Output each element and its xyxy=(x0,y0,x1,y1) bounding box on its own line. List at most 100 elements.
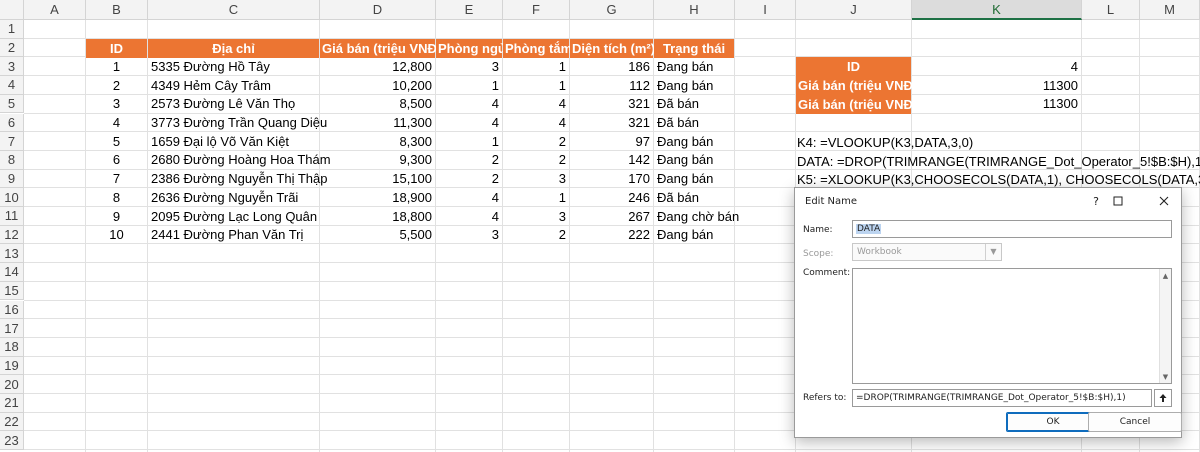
table-cell[interactable]: 9 xyxy=(86,208,147,226)
row-header-16[interactable]: 16 xyxy=(0,300,24,320)
table-cell[interactable]: 3773 Đường Trần Quang Diệu xyxy=(148,114,327,132)
row-header-20[interactable]: 20 xyxy=(0,375,24,394)
maximize-icon[interactable] xyxy=(1107,192,1129,210)
column-header-d[interactable]: D xyxy=(320,0,436,20)
lookup-label[interactable]: Giá bán (triệu VNĐ) xyxy=(796,94,917,114)
table-cell[interactable]: 4 xyxy=(436,189,502,207)
table-cell[interactable]: 8,300 xyxy=(320,133,435,151)
row-header-19[interactable]: 19 xyxy=(0,356,24,376)
header-address[interactable]: Địa chỉ xyxy=(148,38,319,58)
column-header-g[interactable]: G xyxy=(570,0,654,20)
table-cell[interactable]: 1 xyxy=(436,77,502,95)
table-cell[interactable]: 4 xyxy=(503,114,569,132)
table-cell[interactable]: 2 xyxy=(503,226,569,244)
table-cell[interactable]: Đã bán xyxy=(654,189,734,207)
row-header-5[interactable]: 5 xyxy=(0,94,24,114)
row-header-11[interactable]: 11 xyxy=(0,207,24,226)
row-header-3[interactable]: 3 xyxy=(0,57,24,77)
header-bedrooms[interactable]: Phòng ngủ xyxy=(436,38,506,58)
table-cell[interactable]: 4 xyxy=(503,95,569,113)
lookup-label[interactable]: Giá bán (triệu VNĐ) xyxy=(796,76,917,96)
table-cell[interactable]: 8,500 xyxy=(320,95,435,113)
comment-textarea[interactable]: ▲ ▼ xyxy=(852,268,1172,384)
table-cell[interactable]: Đang bán xyxy=(654,77,734,95)
table-cell[interactable]: 97 xyxy=(570,133,653,151)
row-header-4[interactable]: 4 xyxy=(0,76,24,95)
note-data[interactable]: DATA: =DROP(TRIMRANGE(TRIMRANGE_Dot_Oper… xyxy=(794,153,1200,171)
table-cell[interactable]: 1 xyxy=(436,133,502,151)
header-id[interactable]: ID xyxy=(86,38,147,58)
table-cell[interactable]: 2573 Đường Lê Văn Thọ xyxy=(148,95,319,113)
table-cell[interactable]: 2 xyxy=(86,77,147,95)
header-bathrooms[interactable]: Phòng tắm xyxy=(503,38,572,58)
table-cell[interactable]: 2095 Đường Lạc Long Quân xyxy=(148,208,319,226)
row-header-13[interactable]: 13 xyxy=(0,244,24,264)
table-cell[interactable]: 3 xyxy=(436,58,502,76)
table-cell[interactable]: 18,800 xyxy=(320,208,435,226)
row-header-1[interactable]: 1 xyxy=(0,20,24,39)
table-cell[interactable]: 2 xyxy=(436,151,502,169)
table-cell[interactable]: 2680 Đường Hoàng Hoa Thám xyxy=(148,151,331,169)
row-header-14[interactable]: 14 xyxy=(0,263,24,282)
row-header-6[interactable]: 6 xyxy=(0,113,24,133)
table-cell[interactable]: 142 xyxy=(570,151,653,169)
row-header-9[interactable]: 9 xyxy=(0,169,24,189)
row-header-21[interactable]: 21 xyxy=(0,394,24,413)
table-cell[interactable]: 1659 Đại lộ Võ Văn Kiệt xyxy=(148,133,319,151)
row-header-23[interactable]: 23 xyxy=(0,431,24,451)
close-icon[interactable] xyxy=(1153,192,1175,210)
ok-button[interactable]: OK xyxy=(1006,412,1100,432)
column-header-i[interactable]: I xyxy=(735,0,796,20)
table-cell[interactable]: 267 xyxy=(570,208,653,226)
row-header-17[interactable]: 17 xyxy=(0,319,24,338)
table-cell[interactable]: 4 xyxy=(436,95,502,113)
collapse-dialog-icon[interactable] xyxy=(1154,389,1172,407)
table-cell[interactable]: 246 xyxy=(570,189,653,207)
lookup-value[interactable]: 4 xyxy=(912,58,1081,76)
header-status[interactable]: Trạng thái xyxy=(654,38,734,58)
table-cell[interactable]: 15,100 xyxy=(320,170,435,188)
column-header-k[interactable]: K xyxy=(912,0,1082,20)
table-cell[interactable]: 1 xyxy=(503,189,569,207)
column-header-h[interactable]: H xyxy=(654,0,735,20)
row-header-8[interactable]: 8 xyxy=(0,150,24,170)
table-cell[interactable]: 3 xyxy=(503,208,569,226)
name-field[interactable]: DATA xyxy=(852,220,1172,238)
table-cell[interactable]: 6 xyxy=(86,151,147,169)
table-cell[interactable]: 4 xyxy=(436,208,502,226)
table-cell[interactable]: 2636 Đường Nguyễn Trãi xyxy=(148,189,319,207)
table-cell[interactable]: 10 xyxy=(86,226,147,244)
table-cell[interactable]: 3 xyxy=(436,226,502,244)
table-cell[interactable]: 4 xyxy=(436,114,502,132)
column-header-l[interactable]: L xyxy=(1082,0,1140,20)
row-header-22[interactable]: 22 xyxy=(0,412,24,432)
header-area[interactable]: Diện tích (m²) xyxy=(570,38,655,58)
table-cell[interactable]: 170 xyxy=(570,170,653,188)
table-cell[interactable]: 10,200 xyxy=(320,77,435,95)
table-cell[interactable]: 321 xyxy=(570,114,653,132)
table-cell[interactable]: 2 xyxy=(503,133,569,151)
table-cell[interactable]: Đang chờ bán xyxy=(654,208,739,226)
table-cell[interactable]: 8 xyxy=(86,189,147,207)
table-cell[interactable]: 5335 Đường Hồ Tây xyxy=(148,58,319,76)
column-header-f[interactable]: F xyxy=(503,0,570,20)
table-cell[interactable]: 5,500 xyxy=(320,226,435,244)
row-header-7[interactable]: 7 xyxy=(0,132,24,151)
table-cell[interactable]: Đang bán xyxy=(654,58,734,76)
table-cell[interactable]: Đang bán xyxy=(654,133,734,151)
table-cell[interactable]: 4349 Hẻm Cây Trâm xyxy=(148,77,319,95)
table-cell[interactable]: 112 xyxy=(570,77,653,95)
table-cell[interactable]: 11,300 xyxy=(320,114,435,132)
table-cell[interactable]: 5 xyxy=(86,133,147,151)
table-cell[interactable]: Đã bán xyxy=(654,95,734,113)
table-cell[interactable]: 4 xyxy=(86,114,147,132)
table-cell[interactable]: 2386 Đường Nguyễn Thị Thập xyxy=(148,170,327,188)
column-header-b[interactable]: B xyxy=(86,0,148,20)
table-cell[interactable]: 2 xyxy=(503,151,569,169)
column-header-a[interactable]: A xyxy=(24,0,86,20)
table-cell[interactable]: 321 xyxy=(570,95,653,113)
table-cell[interactable]: Đang bán xyxy=(654,226,734,244)
cancel-button[interactable]: Cancel xyxy=(1088,412,1182,432)
table-cell[interactable]: 1 xyxy=(503,58,569,76)
scroll-up-icon[interactable]: ▲ xyxy=(1160,270,1171,281)
